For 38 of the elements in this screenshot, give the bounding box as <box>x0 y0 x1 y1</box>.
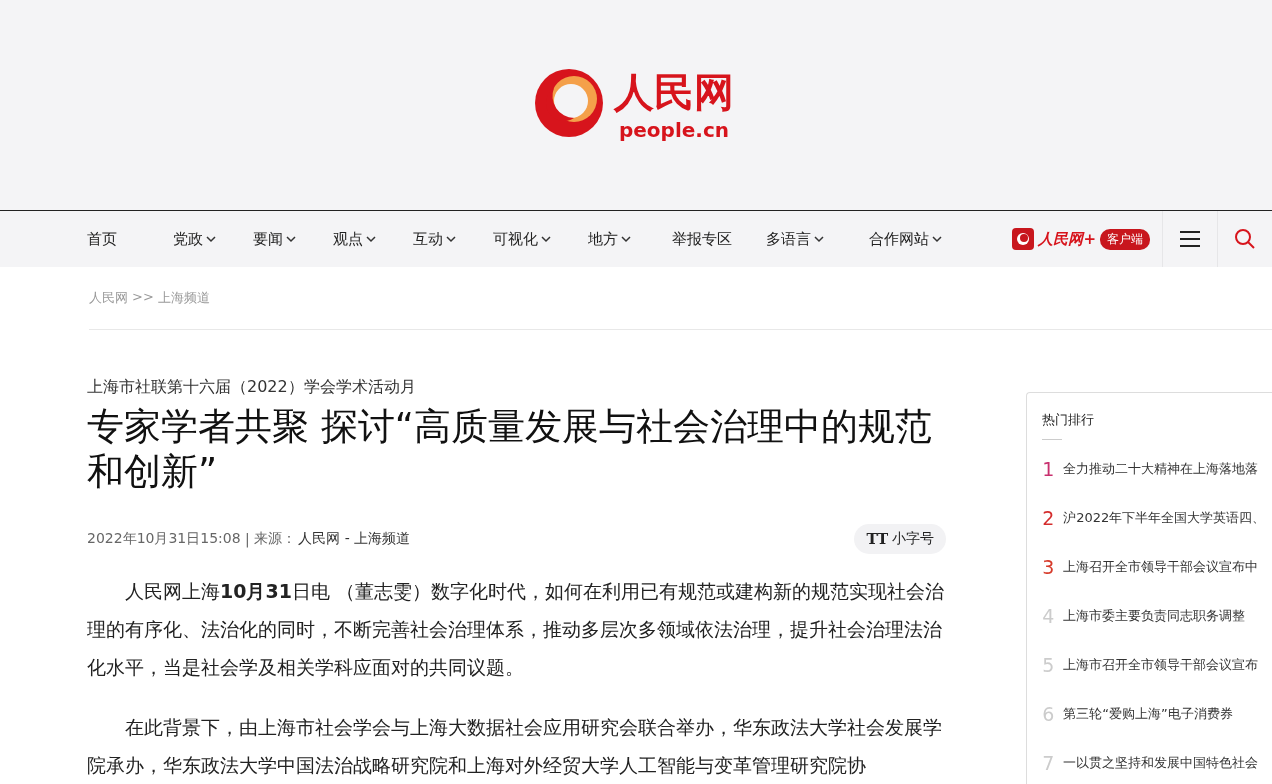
rank-number: 3 <box>1042 555 1056 578</box>
app-logo-icon[interactable] <box>1012 228 1035 250</box>
source-label: 来源： <box>253 530 297 548</box>
nav-link[interactable]: 党政 <box>173 211 216 267</box>
article-paragraph: 在此背景下，由上海市社会学会与上海大数据社会应用研究会联合举办，华东政法大学社会发展学院承办，华东政法大学中国法治战略研究院和上海对外经贸大学人工智能与变革管理研究院协 <box>87 715 943 778</box>
rank-number: 2 <box>1042 506 1056 529</box>
hot-news-link[interactable]: 第三轮“爱购上海”电子消费券 <box>1063 704 1233 723</box>
source-link[interactable]: 人民网 - 上海频道 <box>298 530 411 548</box>
app-name[interactable]: 人民网+ <box>1038 229 1096 249</box>
article-paragraph: 人民网上海10月31日电 （董志雯）数字化时代，如何在利用已有规范或建构新的规范实现社会治理的有序化、法治化的同时，不断完善社会治理体系，推动多层次多领域依法治理，提升社会治理法治化水平，当是社会学及相关学科应面对的共同议题。 <box>87 579 945 680</box>
menu-icon <box>1179 230 1201 248</box>
nav-link[interactable]: 多语言 <box>766 211 824 267</box>
nav-link[interactable]: 要闻 <box>253 211 296 267</box>
font-size-button[interactable]: TT 小字号 <box>854 524 947 554</box>
logo-domain: people.cn <box>618 119 730 141</box>
article-kicker: 上海市社联第十六届（2022）学会学术活动月 <box>87 377 417 398</box>
search-icon <box>1234 228 1256 250</box>
nav-link[interactable]: 地方 <box>588 211 631 267</box>
nav-link[interactable]: 互动 <box>413 211 456 267</box>
hot-news-link[interactable]: 全力推动二十大精神在上海落地落 <box>1063 459 1259 478</box>
nav-link[interactable]: 观点 <box>333 211 376 267</box>
hot-news-link[interactable]: 一以贯之坚持和发展中国特色社会 <box>1063 753 1259 772</box>
panel-title: 热门排行 <box>1042 411 1095 429</box>
hot-news-link[interactable]: 上海市委主要负责同志职务调整 <box>1063 606 1246 625</box>
logo-wordmark: 人民网 <box>612 67 735 117</box>
hot-news-link[interactable]: 沪2022年下半年全国大学英语四、 <box>1063 508 1266 527</box>
article-date: 2022年10月31日15:08 <box>87 530 241 548</box>
nav-link[interactable]: 合作网站 <box>869 211 942 267</box>
hot-news-link[interactable]: 上海市召开全市领导干部会议宣布 <box>1063 655 1259 674</box>
nav-link[interactable]: 首页 <box>87 211 117 267</box>
app-badge[interactable]: 客户端 <box>1100 228 1150 250</box>
rank-number: 1 <box>1042 457 1056 480</box>
nav-link[interactable]: 举报专区 <box>672 211 732 267</box>
nav-link[interactable]: 可视化 <box>493 211 551 267</box>
meta-separator: | <box>244 531 250 547</box>
logo-emblem-icon <box>534 68 604 138</box>
hot-news-link[interactable]: 上海召开全市领导干部会议宣布中 <box>1063 557 1259 576</box>
article-title: 专家学者共聚 探讨“高质量发展与社会治理中的规范和创新” <box>87 404 933 494</box>
